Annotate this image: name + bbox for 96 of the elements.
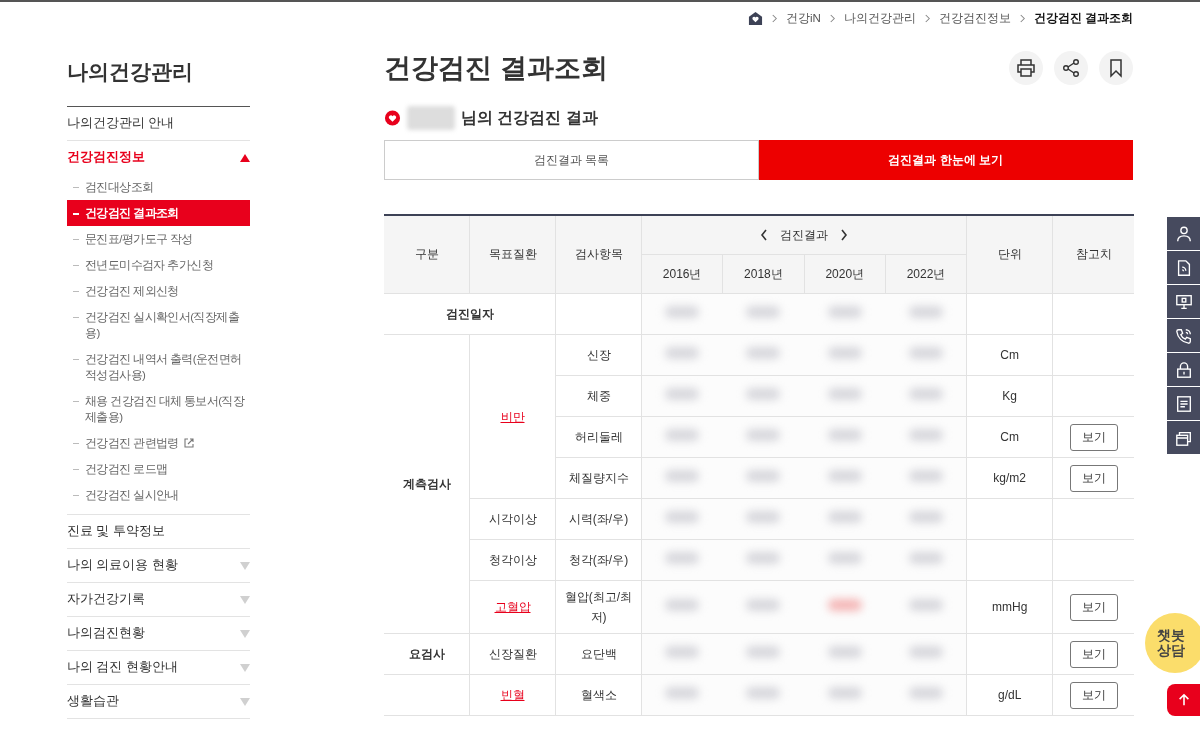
column-header: 2018년 <box>722 254 805 294</box>
submenu-item[interactable]: 건강검진 내역서 출력(운전면허적성검사용) <box>67 346 250 388</box>
table-cell-text: 시력(좌/우) <box>568 511 629 528</box>
submenu-item[interactable]: 채용 건강검진 대체 통보서(직장제출용) <box>67 388 250 430</box>
table-cell: 신장질환 <box>488 647 537 661</box>
column-header: 구분 <box>384 215 470 294</box>
table-cell-text: 체질량지수 <box>568 470 629 487</box>
submenu-item[interactable]: 건강검진 제외신청 <box>67 278 250 304</box>
person-icon <box>1174 224 1193 243</box>
scroll-top-button[interactable] <box>1167 684 1200 716</box>
table-cell-text: 혈색소 <box>580 687 617 704</box>
sidebar-item[interactable]: 진료 및 투약정보 <box>67 523 165 540</box>
table-cell: kg/m2 <box>993 471 1027 485</box>
disease-link[interactable]: 고혈압 <box>494 600 531 614</box>
table-cell: Kg <box>1002 389 1018 403</box>
submenu-item[interactable]: 건강검진 로드맵 <box>67 456 250 482</box>
column-header: 2020년 <box>804 254 886 294</box>
chevron-right-icon <box>770 13 778 23</box>
submenu-item[interactable]: 건강검진 관련법령 <box>67 430 250 456</box>
table-cell-text: 혈압(최고/최저) <box>563 589 634 626</box>
table-cell-text: 요단백 <box>580 646 617 663</box>
print-icon <box>1016 58 1036 78</box>
table-cell-text: 허리둘레 <box>574 429 623 446</box>
column-header: 검진결과 <box>780 226 829 244</box>
view-button[interactable]: 보기 <box>1069 593 1118 621</box>
quick-menu-button[interactable] <box>1167 251 1200 284</box>
table-cell: Cm <box>1000 348 1019 362</box>
view-button[interactable]: 보기 <box>1069 423 1118 451</box>
row-header: 요검사 <box>408 647 445 661</box>
sidebar-item[interactable]: 나의건강관리 안내 <box>67 115 175 132</box>
chevron-left-icon[interactable] <box>760 229 769 241</box>
sidebar-title: 나의건강관리 <box>67 59 194 85</box>
submenu-item[interactable]: 문진표/평가도구 작성 <box>67 226 250 252</box>
chatbot-button[interactable]: 챗봇 상담 <box>1145 613 1200 673</box>
arrow-up-icon <box>1176 693 1191 707</box>
disease-link[interactable]: 비만 <box>500 409 525 424</box>
chevron-right-icon[interactable] <box>840 229 849 241</box>
breadcrumb-link[interactable]: 나의건강관리 <box>843 10 916 26</box>
table-cell: 시각이상 <box>488 512 537 526</box>
share-button[interactable] <box>1054 51 1088 85</box>
share-icon <box>1061 58 1081 78</box>
table-cell: g/dL <box>998 688 1022 702</box>
list-icon <box>1174 394 1193 413</box>
sidebar-item[interactable]: 나의검진현황 <box>67 625 145 642</box>
phone-icon <box>1174 326 1193 345</box>
quick-menu-button[interactable] <box>1167 387 1200 420</box>
quick-menu-button[interactable] <box>1167 217 1200 250</box>
table-cell-text: 체중 <box>586 388 611 405</box>
quick-menu-button[interactable] <box>1167 285 1200 318</box>
breadcrumb-link[interactable]: 건강검진정보 <box>938 10 1011 26</box>
submenu-item[interactable]: 전년도미수검자 추가신청 <box>67 252 250 278</box>
column-header: 단위 <box>966 215 1053 294</box>
triangle-up-icon[interactable] <box>240 153 250 162</box>
tab[interactable]: 검진결과 목록 <box>384 140 759 180</box>
column-header: 검사항목 <box>555 215 642 294</box>
view-button[interactable]: 보기 <box>1069 640 1118 668</box>
breadcrumb-link[interactable]: 건강검진 결과조회 <box>1033 10 1133 26</box>
chevron-right-icon <box>1018 13 1026 23</box>
quick-menu-button[interactable] <box>1167 319 1200 352</box>
breadcrumb-link[interactable]: 건강iN <box>785 10 821 26</box>
row-header: 검진일자 <box>384 293 556 335</box>
page-title: 건강검진 결과조회 <box>384 52 608 85</box>
table-cell: Cm <box>1000 430 1019 444</box>
column-header: 2022년 <box>885 254 967 294</box>
blurred-name <box>407 106 455 130</box>
sidebar-item[interactable]: 자가건강기록 <box>67 591 145 608</box>
print-button[interactable] <box>1009 51 1043 85</box>
home-icon[interactable] <box>747 10 763 26</box>
view-button[interactable]: 보기 <box>1069 681 1118 709</box>
column-header: 참고치 <box>1052 215 1134 294</box>
table-cell: mmHg <box>992 600 1028 614</box>
table-cell: 청각이상 <box>488 553 537 567</box>
chevron-right-icon <box>923 13 931 23</box>
monitor-icon <box>1174 292 1193 311</box>
submenu-item[interactable]: 건강검진 실시안내 <box>67 482 250 508</box>
quick-menu-button[interactable] <box>1167 421 1200 454</box>
quick-menu-button[interactable] <box>1167 353 1200 386</box>
disease-link[interactable]: 빈혈 <box>500 688 525 702</box>
submenu-item[interactable]: 검진대상조회 <box>67 174 250 200</box>
submenu-item[interactable]: 건강검진 실시확인서(직장제출용) <box>67 304 250 346</box>
section-heading: 님의 건강검진 결과 <box>461 107 598 128</box>
column-header: 목표질환 <box>469 215 556 294</box>
row-header: 계측검사 <box>402 477 451 491</box>
sidebar-item[interactable]: 건강검진정보 <box>67 149 145 166</box>
view-button[interactable]: 보기 <box>1069 464 1118 492</box>
table-cell-text: 청각(좌/우) <box>568 552 629 569</box>
sidebar-item[interactable]: 나의 의료이용 현황 <box>67 557 178 574</box>
column-header: 2016년 <box>641 254 723 294</box>
lock-icon <box>1174 360 1193 379</box>
bookmark-button[interactable] <box>1099 51 1133 85</box>
chevron-right-icon <box>828 13 836 23</box>
sidebar-item[interactable]: 나의 검진 현황안내 <box>67 659 178 676</box>
table-cell-text: 신장 <box>586 347 611 364</box>
sidebar-item[interactable]: 생활습관 <box>67 693 119 710</box>
tab[interactable]: 검진결과 한눈에 보기 <box>758 140 1133 180</box>
submenu-item[interactable]: 건강검진 결과조회 <box>67 200 250 226</box>
